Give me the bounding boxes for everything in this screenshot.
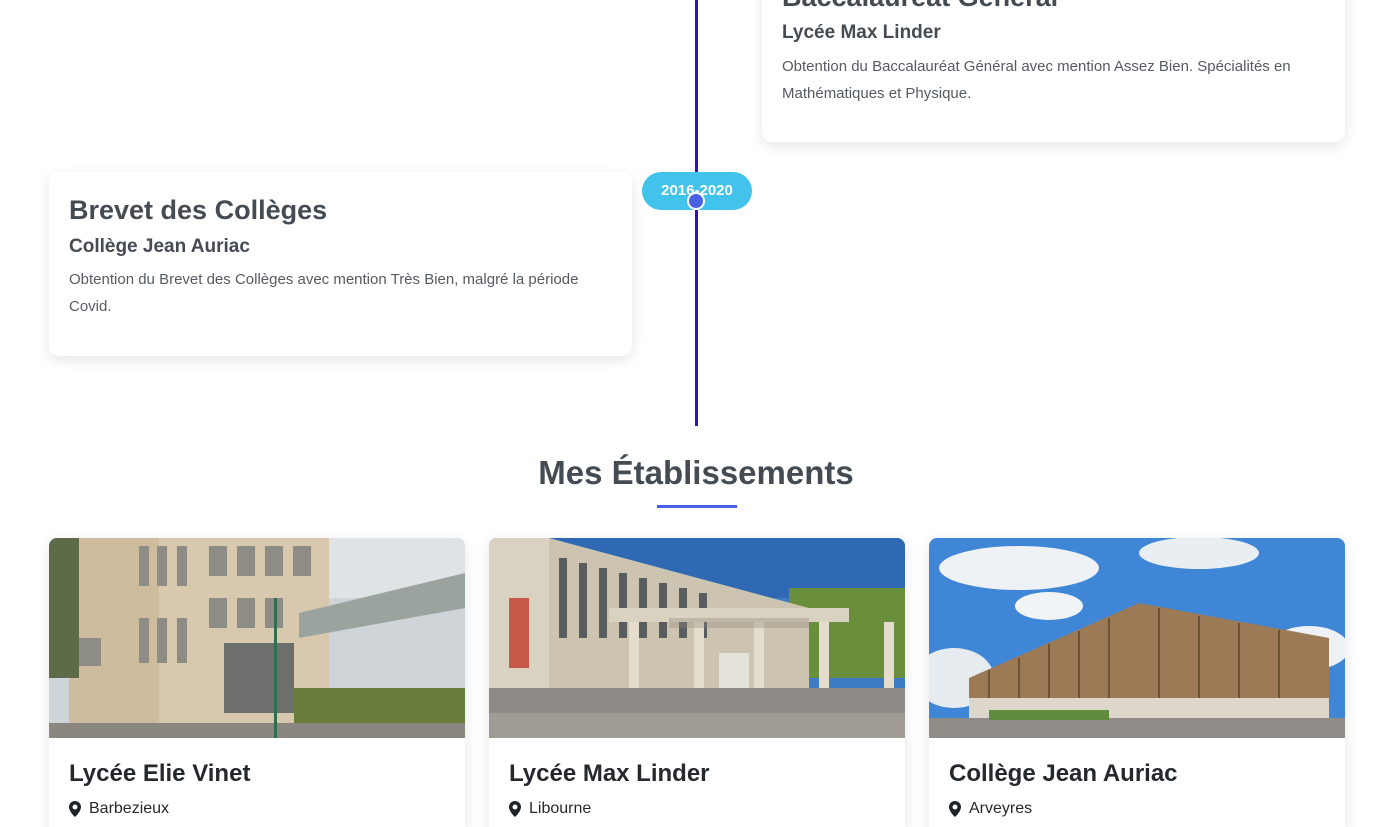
establishment-location-label: Arveyres <box>969 800 1033 817</box>
establishment-photo <box>489 538 905 738</box>
establishment-photo <box>929 538 1345 738</box>
establishment-location: Barbezieux <box>69 800 169 818</box>
establishment-location-label: Barbezieux <box>89 800 170 817</box>
timeline-card-brevet: Brevet des Collèges Collège Jean Auriac … <box>49 172 632 356</box>
timeline-card-school: Lycée Max Linder <box>782 22 941 43</box>
section-title: Mes Établissements <box>538 454 854 491</box>
establishment-name: Lycée Elie Vinet <box>69 760 251 787</box>
establishment-card-jean-auriac[interactable]: Collège Jean Auriac Arveyres <box>929 538 1345 827</box>
timeline-dot <box>687 192 705 210</box>
timeline-card-description: Obtention du Brevet des Collèges avec me… <box>69 271 579 315</box>
establishment-name: Collège Jean Auriac <box>949 760 1178 787</box>
timeline-card-title: Baccalauréat Général <box>782 0 1058 14</box>
establishment-location: Arveyres <box>949 800 1032 818</box>
timeline-card-baccalaureat: Baccalauréat Général Lycée Max Linder Ob… <box>762 0 1345 142</box>
section-title-underline <box>657 505 737 508</box>
establishment-card-elie-vinet[interactable]: Lycée Elie Vinet Barbezieux <box>49 538 465 827</box>
timeline-card-title: Brevet des Collèges <box>69 195 328 225</box>
map-marker-icon <box>949 801 961 817</box>
establishment-location-label: Libourne <box>529 800 592 817</box>
establishment-name: Lycée Max Linder <box>509 760 710 787</box>
timeline-line <box>695 0 698 426</box>
timeline-card-school: Collège Jean Auriac <box>69 236 250 257</box>
map-marker-icon <box>509 801 521 817</box>
map-marker-icon <box>69 801 81 817</box>
establishment-card-max-linder[interactable]: Lycée Max Linder Libourne <box>489 538 905 827</box>
timeline-card-description: Obtention du Baccalauréat Général avec m… <box>782 58 1291 102</box>
page: Baccalauréat Général Lycée Max Linder Ob… <box>0 0 1392 827</box>
establishment-location: Libourne <box>509 800 591 818</box>
establishment-photo <box>49 538 465 738</box>
